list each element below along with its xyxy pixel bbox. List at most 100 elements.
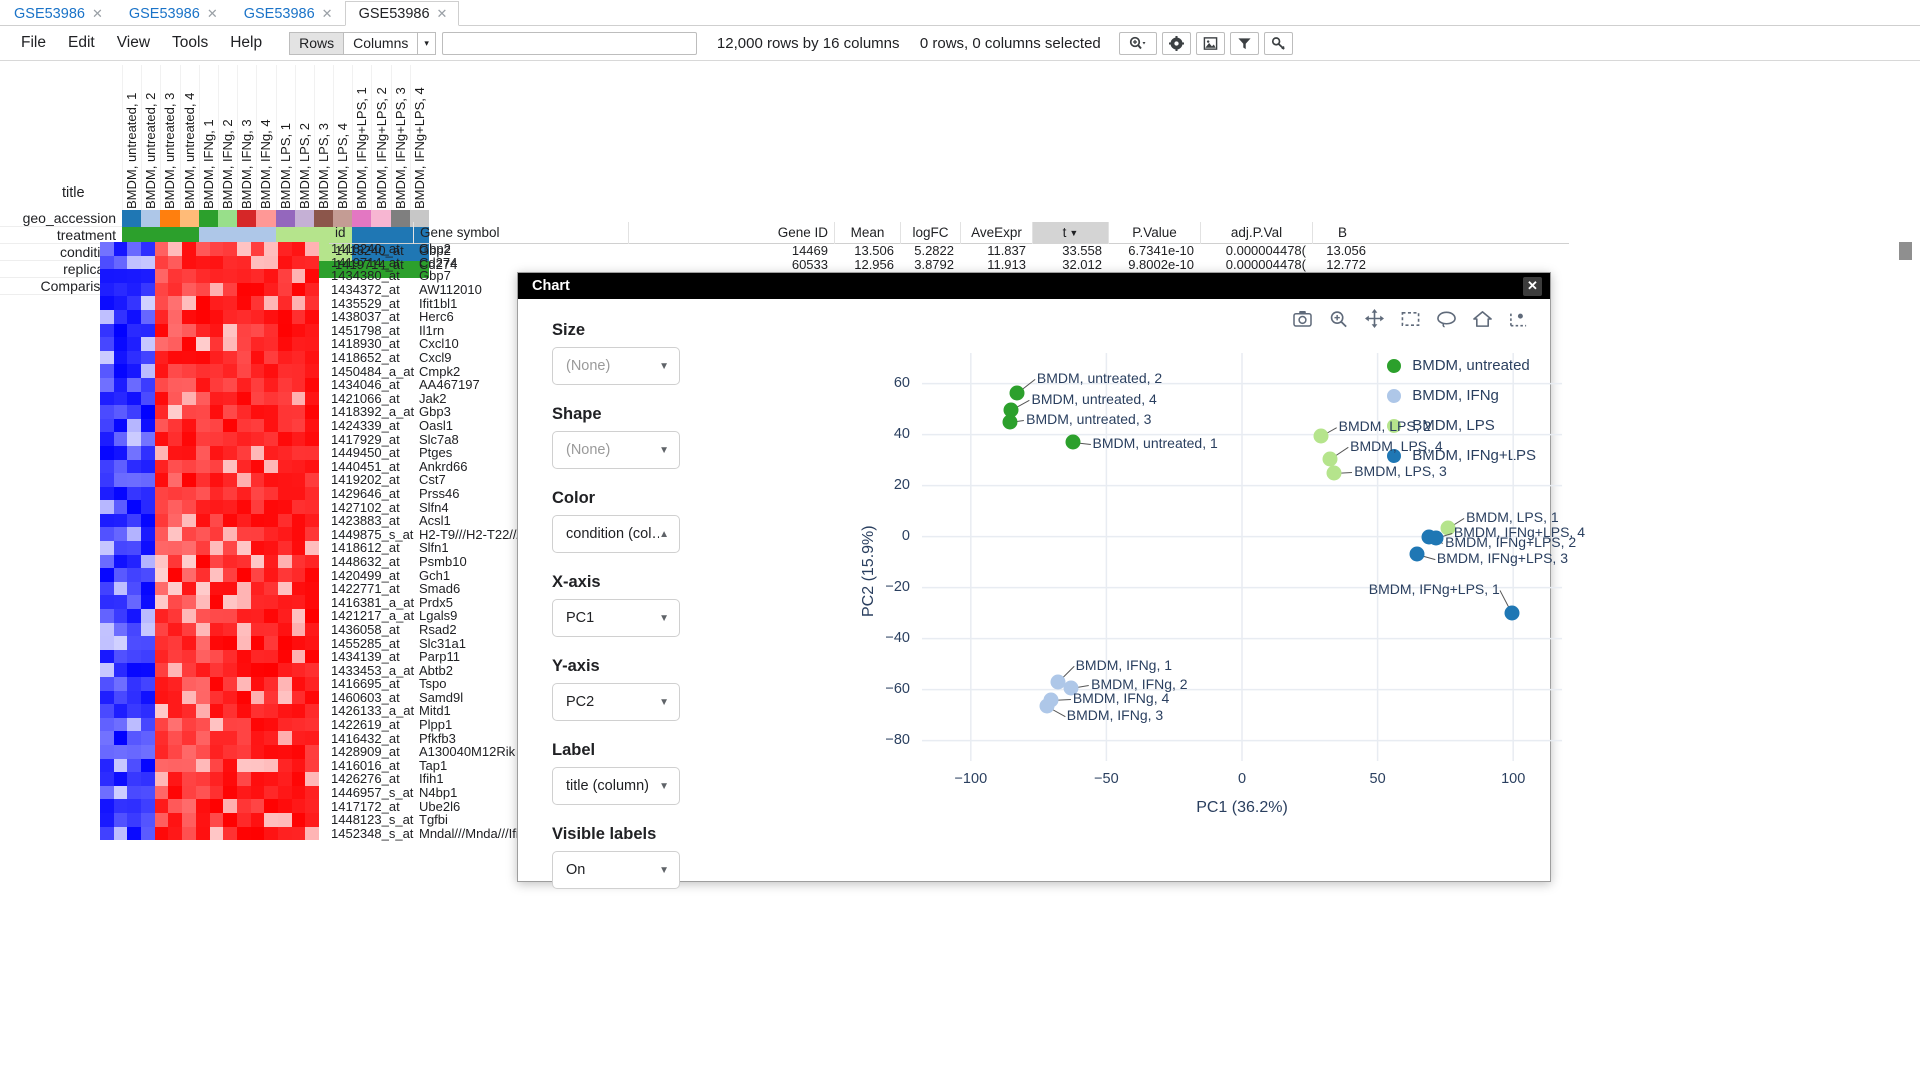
- data-point[interactable]: [1326, 465, 1342, 481]
- heatmap-row[interactable]: [100, 758, 319, 773]
- sample-column-header[interactable]: BMDM, IFNg, 2: [217, 65, 237, 210]
- data-point[interactable]: [1313, 428, 1329, 444]
- chevron-down-icon[interactable]: ▼: [659, 697, 669, 708]
- heatmap-row[interactable]: [100, 473, 319, 487]
- menu-item-edit[interactable]: Edit: [57, 31, 106, 55]
- heatmap-row[interactable]: [100, 622, 319, 637]
- sample-column-header[interactable]: BMDM, untreated, 2: [141, 65, 160, 210]
- search-input[interactable]: [441, 31, 697, 55]
- heatmap-row[interactable]: [100, 649, 319, 664]
- select-size[interactable]: (None) ▼: [552, 347, 680, 385]
- heatmap-row[interactable]: [100, 432, 319, 446]
- data-point[interactable]: [1428, 530, 1444, 546]
- sample-column-header[interactable]: BMDM, IFNg+LPS, 2: [371, 65, 390, 210]
- list-item[interactable]: 1419714_at Cd274: [329, 255, 603, 270]
- home-reset-icon[interactable]: [1473, 310, 1492, 328]
- heatmap-row[interactable]: [100, 350, 319, 365]
- menu-item-view[interactable]: View: [106, 31, 161, 55]
- heatmap-row[interactable]: [100, 513, 319, 528]
- heatmap-row[interactable]: [100, 296, 319, 310]
- chevron-down-icon[interactable]: ▼: [659, 445, 669, 456]
- heatmap-row[interactable]: [100, 405, 319, 419]
- heatmap-row[interactable]: [100, 663, 319, 677]
- menu-item-file[interactable]: File: [10, 31, 57, 55]
- heatmap-row[interactable]: [100, 704, 319, 718]
- columns-button[interactable]: Columns: [344, 31, 419, 55]
- browser-tab[interactable]: GSE53986 ✕: [230, 1, 345, 26]
- column-header-aveexpr[interactable]: AveExpr: [960, 221, 1032, 244]
- sample-column-header[interactable]: BMDM, IFNg, 4: [256, 65, 275, 210]
- heatmap-row[interactable]: [100, 364, 319, 378]
- column-header-id[interactable]: id: [329, 222, 413, 244]
- browser-tab[interactable]: GSE53986 ✕: [115, 1, 230, 26]
- heatmap-row[interactable]: [100, 486, 319, 501]
- heatmap-row[interactable]: [100, 595, 319, 610]
- heatmap-row[interactable]: [100, 785, 319, 800]
- heatmap-row[interactable]: [100, 677, 319, 691]
- heatmap-row[interactable]: [100, 459, 319, 474]
- close-icon[interactable]: ✕: [322, 6, 333, 22]
- heatmap-row[interactable]: [100, 744, 319, 759]
- heatmap-row[interactable]: [100, 445, 319, 460]
- key-icon[interactable]: [1263, 31, 1293, 55]
- zoom-icon[interactable]: [1329, 310, 1348, 328]
- heatmap-row[interactable]: [100, 554, 319, 569]
- heatmap-row[interactable]: [100, 323, 319, 338]
- menu-item-help[interactable]: Help: [219, 31, 273, 55]
- close-icon[interactable]: ✕: [437, 6, 448, 22]
- column-header-b[interactable]: B: [1312, 221, 1372, 244]
- menu-item-tools[interactable]: Tools: [161, 31, 219, 55]
- close-icon[interactable]: ✕: [207, 6, 218, 22]
- select-shape[interactable]: (None) ▼: [552, 431, 680, 469]
- data-point[interactable]: [1504, 605, 1520, 621]
- lasso-select-icon[interactable]: [1437, 310, 1456, 328]
- column-header-gene-id[interactable]: Gene ID: [628, 221, 834, 244]
- heatmap-row[interactable]: [100, 581, 319, 596]
- data-point[interactable]: [1009, 385, 1025, 401]
- pan-icon[interactable]: [1365, 309, 1384, 328]
- heatmap-row[interactable]: [100, 527, 319, 542]
- browser-tab[interactable]: GSE53986 ✕: [0, 1, 115, 26]
- sample-column-header[interactable]: BMDM, LPS, 2: [294, 65, 314, 210]
- heatmap-row[interactable]: [100, 377, 319, 392]
- heatmap-row[interactable]: [100, 812, 319, 827]
- sample-column-header[interactable]: BMDM, IFNg+LPS, 1: [352, 65, 371, 210]
- sample-column-header[interactable]: BMDM, untreated, 1: [122, 65, 141, 210]
- heatmap-row[interactable]: [100, 541, 319, 555]
- chevron-down-icon[interactable]: ▼: [659, 361, 669, 372]
- sample-column-header[interactable]: BMDM, untreated, 4: [179, 65, 199, 210]
- heatmap-row[interactable]: [100, 609, 319, 623]
- column-header-p-value[interactable]: P.Value: [1108, 221, 1200, 244]
- select-label[interactable]: title (column) ▼: [552, 767, 680, 805]
- heatmap-row[interactable]: [100, 799, 319, 813]
- camera-icon[interactable]: [1293, 310, 1312, 327]
- close-icon[interactable]: ✕: [92, 6, 103, 22]
- data-point[interactable]: [1322, 451, 1338, 467]
- heatmap-row[interactable]: [100, 309, 319, 324]
- vertical-scrollbar[interactable]: [1899, 242, 1912, 260]
- chevron-down-icon[interactable]: ▼: [659, 781, 669, 792]
- select-y-axis[interactable]: PC2 ▼: [552, 683, 680, 721]
- heatmap-row[interactable]: [100, 242, 319, 256]
- select-color[interactable]: condition (col… ▲: [552, 515, 680, 553]
- select-visible-labels[interactable]: On ▼: [552, 851, 680, 889]
- heatmap-row[interactable]: [100, 568, 319, 582]
- sample-column-header[interactable]: BMDM, LPS, 1: [275, 65, 295, 210]
- sample-column-header[interactable]: BMDM, IFNg, 3: [237, 65, 256, 210]
- sample-column-header[interactable]: BMDM, untreated, 3: [160, 65, 179, 210]
- data-point[interactable]: [1043, 692, 1059, 708]
- chevron-down-icon[interactable]: ▼: [659, 613, 669, 624]
- browser-tab[interactable]: GSE53986 ✕: [344, 1, 460, 26]
- sample-column-header[interactable]: BMDM, IFNg+LPS, 4: [409, 65, 429, 210]
- data-point[interactable]: [1409, 546, 1425, 562]
- heatmap-row[interactable]: [100, 269, 319, 283]
- rows-button[interactable]: Rows: [289, 31, 345, 55]
- select-x-axis[interactable]: PC1 ▼: [552, 599, 680, 637]
- data-point[interactable]: [1065, 434, 1080, 450]
- column-header-gene-symbol[interactable]: Gene symbol: [413, 221, 628, 244]
- heatmap-row[interactable]: [100, 826, 319, 841]
- toggle-spikes-icon[interactable]: [1509, 310, 1528, 328]
- heatmap-row[interactable]: [100, 282, 319, 297]
- column-header-t[interactable]: t ▼: [1032, 221, 1108, 244]
- heatmap-row[interactable]: [100, 690, 319, 705]
